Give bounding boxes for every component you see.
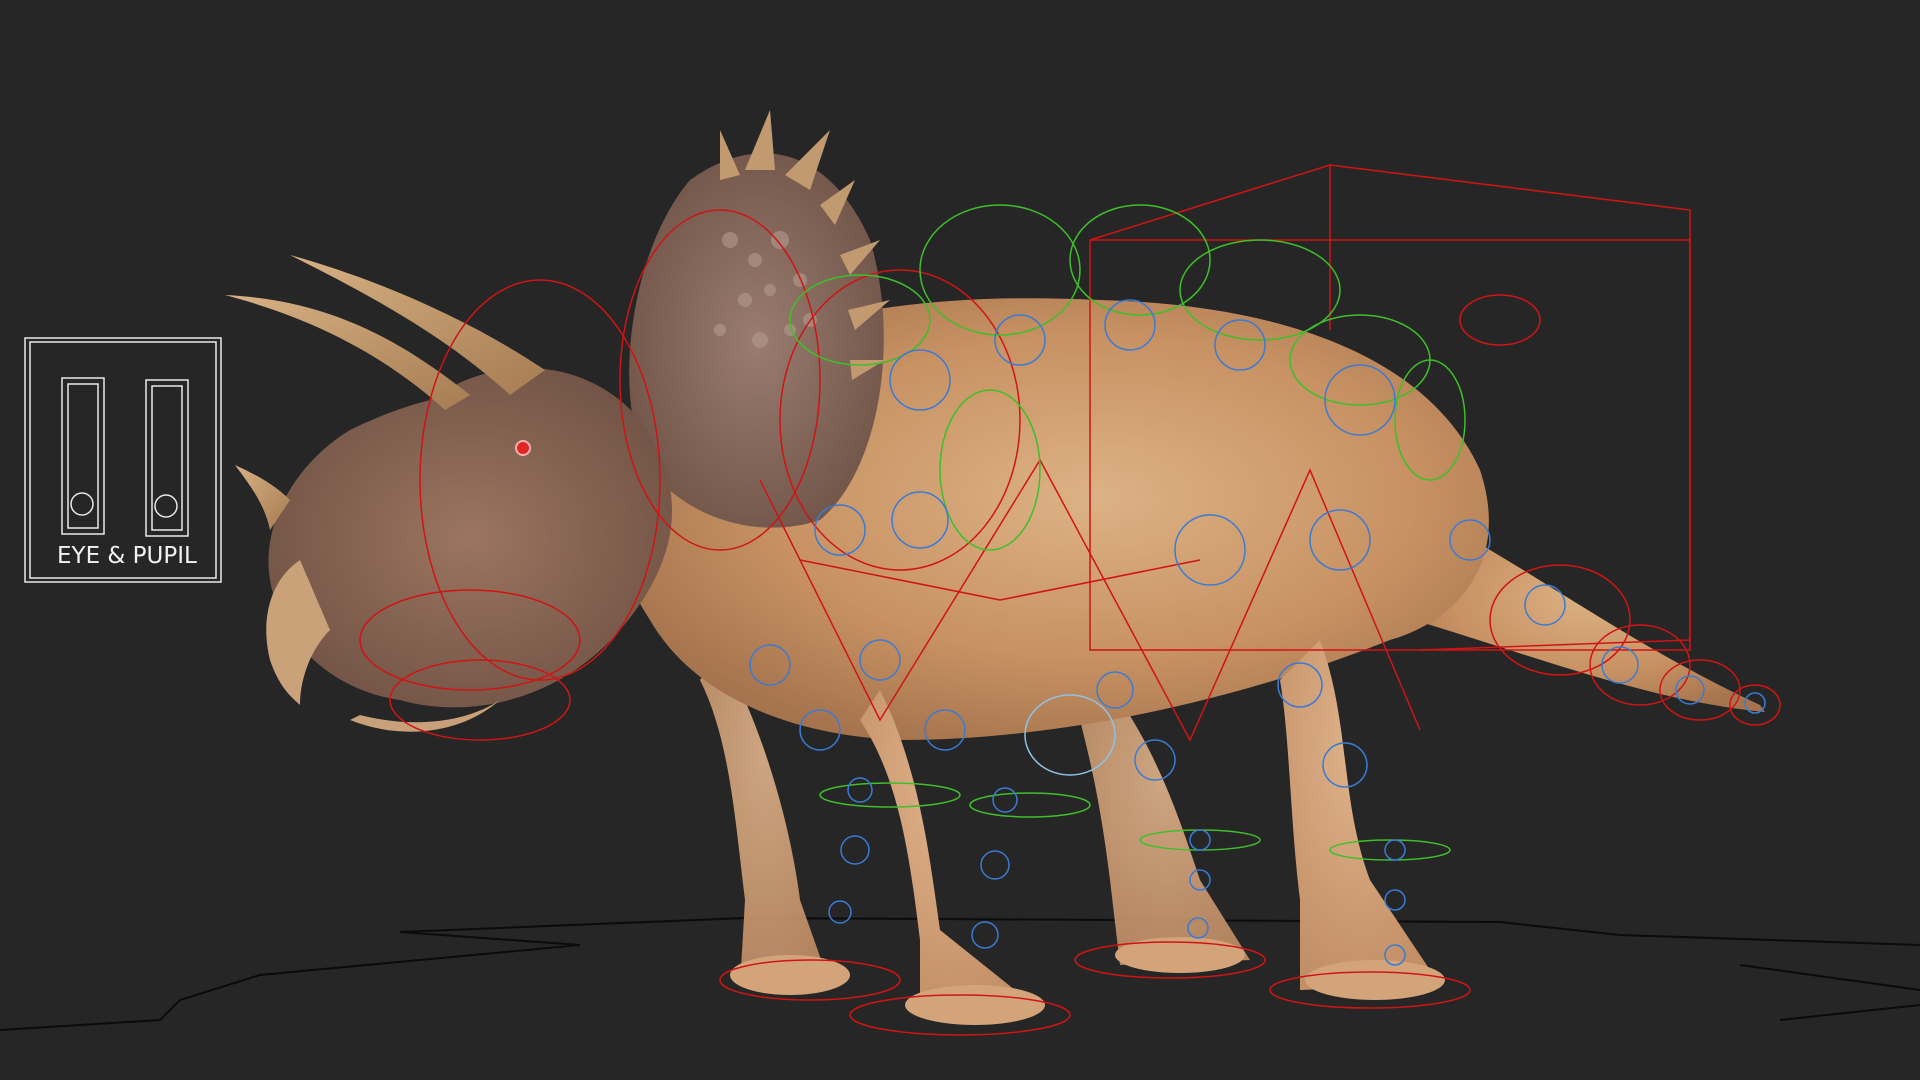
front-leg-near — [860, 690, 1040, 1015]
eye-slider-right-handle[interactable] — [154, 494, 178, 518]
eye-pupil-label: EYE & PUPIL — [57, 543, 197, 569]
head — [268, 367, 673, 708]
3d-viewport[interactable]: EYE & PUPIL — [0, 0, 1920, 1080]
viewport-canvas[interactable] — [0, 0, 1920, 1080]
rear-leg-near — [1280, 640, 1440, 990]
eye-slider-right[interactable] — [145, 379, 189, 537]
eye-slider-left-handle[interactable] — [70, 492, 94, 516]
eye-slider-left[interactable] — [61, 377, 105, 535]
eye — [515, 440, 531, 456]
